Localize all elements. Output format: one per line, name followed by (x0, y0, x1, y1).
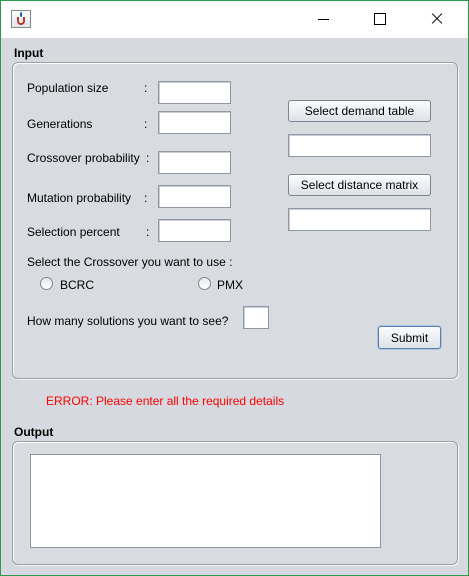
mutation-probability-label: Mutation probability (27, 191, 132, 205)
minimize-icon[interactable] (301, 1, 347, 38)
crossover-select-prompt: Select the Crossover you want to use : (27, 255, 233, 269)
submit-button[interactable]: Submit (378, 326, 441, 349)
population-size-colon: : (144, 81, 148, 95)
crossover-probability-colon: : (146, 151, 150, 165)
demand-table-path-field[interactable] (288, 134, 431, 157)
java-icon (11, 10, 31, 28)
mutation-probability-colon: : (144, 191, 148, 205)
bcrc-radio[interactable] (40, 277, 53, 290)
generations-label: Generations (27, 117, 93, 131)
population-size-field[interactable] (158, 81, 231, 104)
close-icon[interactable] (413, 1, 459, 38)
app-window: Input Population size : Generations : Cr… (0, 0, 469, 576)
error-message: ERROR: Please enter all the required det… (46, 394, 285, 408)
output-text-area[interactable] (30, 454, 381, 548)
solutions-count-label: How many solutions you want to see? (27, 314, 229, 328)
title-bar[interactable] (1, 1, 468, 38)
pmx-radio-label[interactable]: PMX (217, 278, 243, 292)
selection-percent-colon: : (146, 225, 150, 239)
select-demand-table-button[interactable]: Select demand table (288, 100, 431, 122)
output-section-title: Output (14, 425, 54, 439)
generations-colon: : (144, 117, 148, 131)
input-section-title: Input (14, 46, 44, 60)
pmx-radio[interactable] (198, 277, 211, 290)
distance-matrix-path-field[interactable] (288, 208, 431, 231)
crossover-probability-field[interactable] (158, 151, 231, 174)
maximize-icon[interactable] (357, 1, 403, 38)
crossover-probability-label: Crossover probability (27, 151, 140, 165)
select-distance-matrix-button[interactable]: Select distance matrix (288, 174, 431, 196)
bcrc-radio-label[interactable]: BCRC (60, 278, 94, 292)
solutions-count-field[interactable] (243, 306, 269, 329)
selection-percent-label: Selection percent (27, 225, 120, 239)
mutation-probability-field[interactable] (158, 185, 231, 208)
selection-percent-field[interactable] (158, 219, 231, 242)
population-size-label: Population size (27, 81, 109, 95)
generations-field[interactable] (158, 111, 231, 134)
